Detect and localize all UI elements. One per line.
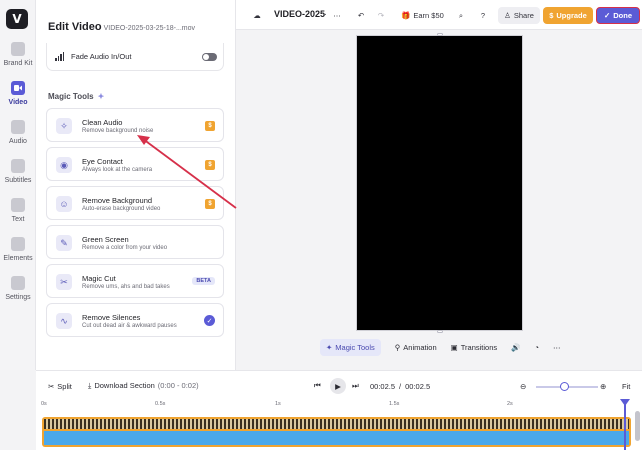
video-track-clip[interactable] [42,417,631,447]
split-button[interactable]: ✂ Split [48,382,72,391]
forward-icon[interactable]: ⏭ [352,381,359,391]
timeline-scrollbar[interactable] [635,411,640,441]
play-button[interactable]: ▶ [330,378,346,394]
playhead[interactable] [620,399,630,450]
timeline-controls: ✂ Split ⤓ Download Section (0:00 - 0:02) ⏮ … [36,376,642,396]
audio-waveform [44,431,629,445]
zoom-out-icon[interactable]: ⊖ [520,382,526,391]
time-display: 00:02.5/00:02.5 [370,381,431,391]
zoom-slider-thumb[interactable] [560,382,569,391]
fit-button[interactable]: Fit [622,382,630,391]
timeline: ✂ Split ⤓ Download Section (0:00 - 0:02) ⏮ … [36,370,642,450]
scissors-icon: ✂ [48,381,55,391]
download-icon: ⤓ [88,381,92,390]
video-thumbnails [44,419,629,429]
timeline-ruler: 0s 0.5s 1s 1.5s 2s [41,401,513,407]
zoom-in-icon[interactable]: ⊕ [600,382,606,391]
play-icon: ▶ [335,381,341,391]
download-section-button[interactable]: ⤓ Download Section (0:00 - 0:02) [88,381,199,391]
rewind-icon[interactable]: ⏮ [314,381,321,391]
